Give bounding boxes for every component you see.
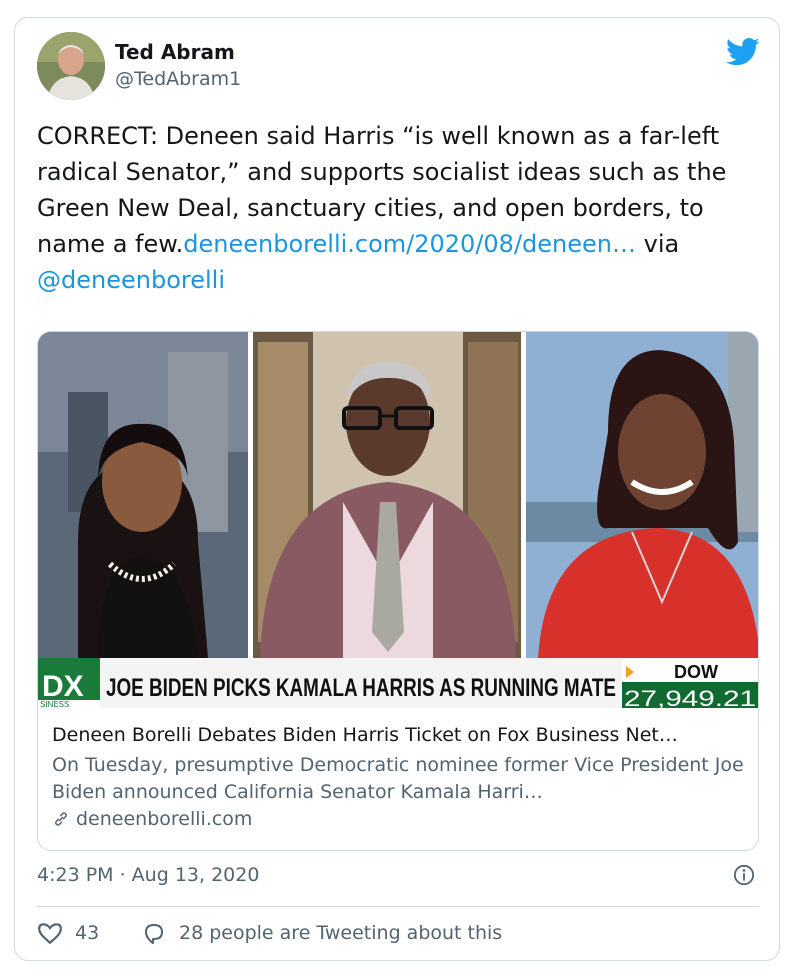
user-handle[interactable]: @TedAbram1 [115, 68, 241, 90]
twitter-bird-icon[interactable] [726, 37, 760, 67]
tweet-timestamp[interactable]: 4:23 PM · Aug 13, 2020 [37, 864, 259, 886]
mention-link[interactable]: @deneenborelli [37, 266, 225, 294]
link-card[interactable]: DX SINESS JOE BIDEN PICKS KAMALA HARRIS … [37, 331, 759, 851]
divider [37, 906, 759, 907]
link-icon [55, 812, 67, 826]
like-count: 43 [75, 922, 100, 944]
tweeting-count: 28 people are Tweeting about this [179, 922, 503, 944]
link-card-domain: deneenborelli.com [76, 808, 253, 830]
avatar[interactable] [37, 32, 105, 100]
reply-bubble-icon [145, 924, 163, 944]
link-card-title[interactable]: Deneen Borelli Debates Biden Harris Tick… [52, 724, 752, 746]
ticker-logo: DX [42, 670, 84, 703]
ticker-headline: JOE BIDEN PICKS KAMALA HARRIS AS RUNNING… [106, 674, 616, 702]
heart-icon [38, 923, 62, 945]
ticker-dow-label: DOW [674, 662, 718, 682]
tweet-text: CORRECT: Deneen said Harris “is well kno… [37, 118, 761, 298]
like-button[interactable]: 43 [37, 921, 99, 945]
tweeting-about-link[interactable]: 28 people are Tweeting about this [141, 921, 502, 945]
ticker-logo-sub: SINESS [40, 700, 69, 708]
tweet-card: Ted Abram @TedAbram1 CORRECT: Deneen sai… [14, 17, 780, 961]
video-thumbnail[interactable]: DX SINESS JOE BIDEN PICKS KAMALA HARRIS … [38, 332, 759, 708]
info-icon[interactable] [733, 864, 755, 886]
ticker-dow-value: 27,949.21 [624, 686, 756, 708]
tweet-link[interactable]: deneenborelli.com/2020/08/deneen… [183, 230, 636, 258]
user-name[interactable]: Ted Abram [115, 40, 235, 64]
link-card-domain-row[interactable]: deneenborelli.com [52, 808, 252, 830]
link-card-description: On Tuesday, presumptive Democratic nomin… [52, 754, 744, 803]
via-label: via [636, 230, 680, 258]
